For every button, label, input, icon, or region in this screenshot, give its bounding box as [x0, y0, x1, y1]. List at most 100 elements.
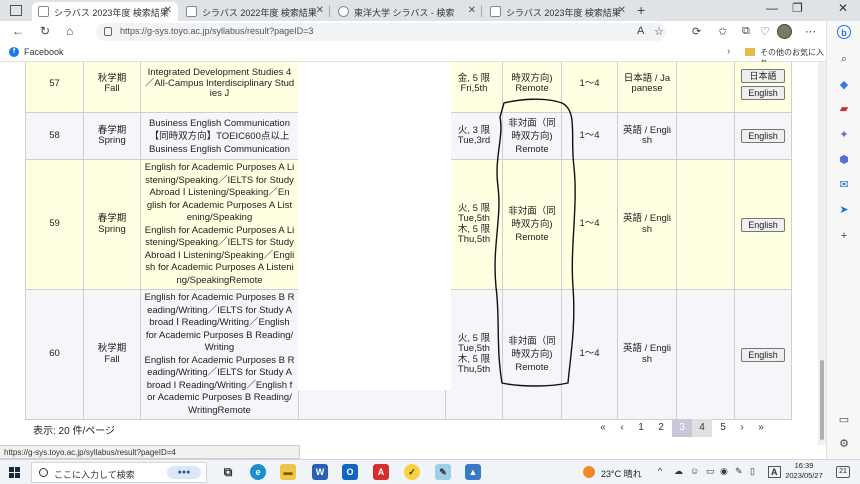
pen-icon[interactable]: ✎ — [735, 466, 743, 477]
restore-button[interactable]: ❐ — [792, 1, 803, 15]
scroll-thumb[interactable] — [820, 360, 824, 440]
language: 英語 / Engli sh — [617, 112, 677, 160]
tray-chevron-icon[interactable]: ^ — [658, 466, 662, 476]
back-button[interactable]: ← — [12, 24, 24, 38]
favorites-icon[interactable]: ✩ — [718, 25, 727, 38]
close-tab-icon[interactable]: ✕ — [316, 5, 324, 16]
term: 秋学期 Fall — [83, 289, 141, 420]
course-title[interactable]: English for Academic Purposes B R eading… — [140, 289, 299, 420]
tab-syllabus-2022[interactable]: シラバス 2022年度 検索結果 ✕ — [180, 2, 330, 21]
refresh-button[interactable]: ↻ — [40, 24, 50, 38]
pager-prev[interactable]: ‹ — [615, 419, 629, 437]
url-field[interactable]: https://g-sys.toyo.ac.jp/syllabus/result… — [96, 23, 666, 41]
file-explorer-icon[interactable]: ▬ — [280, 464, 296, 480]
language: 英語 / Engli sh — [617, 159, 677, 290]
facebook-icon: f — [9, 47, 19, 57]
chevron-right-icon[interactable]: › — [727, 46, 730, 57]
term: 春学期 Spring — [83, 112, 141, 160]
battery-icon[interactable]: ▯ — [750, 466, 755, 477]
actions: 日本語 English — [734, 62, 792, 113]
new-tab-button[interactable]: + — [637, 2, 645, 18]
network-icon[interactable]: ▭ — [706, 466, 715, 477]
close-tab-icon[interactable]: ✕ — [164, 5, 172, 16]
send-icon[interactable]: ➤ — [837, 203, 851, 217]
office-icon[interactable]: ⬢ — [837, 153, 851, 167]
english-syllabus-button[interactable]: English — [741, 85, 785, 100]
read-aloud-icon[interactable]: A — [637, 25, 644, 37]
extensions-icon[interactable]: ♡ — [760, 25, 770, 38]
pager-first[interactable]: « — [596, 419, 610, 437]
course-title[interactable]: Business English Communication 【同時双方向】TO… — [140, 112, 299, 160]
folder-icon — [745, 48, 755, 56]
tab-syllabus-2023[interactable]: シラバス 2023年度 検索結果 ✕ — [32, 2, 178, 21]
refresh-page-icon[interactable]: ⟳ — [692, 25, 701, 38]
settings-gear-icon[interactable]: ⚙ — [837, 437, 851, 451]
windows-start-icon[interactable] — [9, 467, 21, 479]
notes — [676, 112, 735, 160]
actions: English — [734, 159, 792, 290]
sidebar-layout-icon[interactable]: ▭ — [837, 413, 851, 427]
tab-label: シラバス 2023年度 検索結果 — [54, 8, 169, 18]
pager-next[interactable]: › — [735, 419, 749, 437]
edge-icon[interactable]: e — [250, 464, 266, 480]
tab-label: シラバス 2023年度 検索結果 — [506, 8, 621, 18]
cloud-icon[interactable]: ☁ — [674, 466, 683, 477]
volume-icon[interactable]: ◉ — [720, 466, 728, 477]
close-tab-icon[interactable]: ✕ — [618, 5, 626, 16]
weather-text[interactable]: 23°C 晴れ — [601, 467, 642, 480]
briefcase-icon[interactable]: ▰ — [837, 102, 851, 116]
row-number: 58 — [25, 112, 84, 160]
close-window-button[interactable]: ✕ — [838, 1, 848, 15]
add-icon[interactable]: + — [837, 229, 851, 243]
task-view-icon[interactable]: ⧉ — [220, 464, 236, 480]
pager-last[interactable]: » — [754, 419, 768, 437]
pager-page-5[interactable]: 5 — [716, 419, 730, 437]
course-title[interactable]: English for Academic Purposes A Li steni… — [140, 159, 299, 290]
collections-icon[interactable]: ⧉ — [742, 25, 750, 38]
people-icon[interactable]: ☺ — [690, 466, 699, 476]
favorite-facebook[interactable]: Facebook — [24, 47, 64, 57]
page-scrollbar[interactable] — [818, 62, 826, 445]
search-icon[interactable]: ⌕ — [837, 52, 851, 66]
course-title[interactable]: Integrated Development Studies 4 ／All-Ca… — [140, 62, 299, 113]
edge-sidebar: b ⌕ ◆ ▰ ✦ ⬢ ✉ ➤ + ▭ ⚙ — [826, 21, 860, 463]
clock-date: 2023/05/27 — [785, 471, 823, 480]
english-syllabus-button[interactable]: English — [741, 347, 785, 362]
notification-center-icon[interactable]: 21 — [836, 466, 850, 478]
outlook-icon[interactable]: O — [342, 464, 358, 480]
tab-toyo-search[interactable]: 東洋大学 シラバス - 検索 ✕ — [332, 2, 482, 21]
search-highlight-icon: ●●● — [167, 466, 201, 479]
photos-icon[interactable]: ▲ — [465, 464, 481, 480]
word-icon[interactable]: W — [312, 464, 328, 480]
pager-page-1[interactable]: 1 — [634, 419, 648, 437]
pager-page-4[interactable]: 4 — [692, 419, 712, 437]
tag-icon[interactable]: ◆ — [837, 78, 851, 92]
english-syllabus-button[interactable]: English — [741, 217, 785, 232]
search-icon — [39, 468, 48, 477]
window-menu-icon[interactable] — [10, 5, 22, 16]
tab-divider — [329, 6, 330, 17]
app-check-icon[interactable]: ✓ — [404, 464, 420, 480]
pager-page-2[interactable]: 2 — [654, 419, 668, 437]
system-clock[interactable]: 16:39 2023/05/27 — [784, 461, 824, 481]
close-tab-icon[interactable]: ✕ — [468, 5, 476, 16]
bing-chat-icon[interactable]: b — [837, 25, 851, 39]
ime-indicator[interactable]: A — [768, 466, 781, 478]
taskbar-search-box[interactable]: ここに入力して検索 ●●● — [31, 462, 207, 483]
weather-sun-icon[interactable] — [583, 466, 595, 478]
games-icon[interactable]: ✦ — [837, 128, 851, 142]
more-menu-icon[interactable]: ⋯ — [805, 25, 816, 38]
paint-icon[interactable]: ✎ — [435, 464, 451, 480]
home-button[interactable]: ⌂ — [66, 24, 73, 38]
tab-syllabus-2023-b[interactable]: シラバス 2023年度 検索結果 ✕ — [484, 2, 632, 21]
profile-avatar[interactable] — [777, 24, 792, 39]
favorite-star-icon[interactable]: ☆ — [654, 25, 664, 38]
japanese-syllabus-button[interactable]: 日本語 — [741, 68, 785, 83]
favorites-bar: f Facebook › その他のお気に入り — [0, 43, 826, 68]
acrobat-icon[interactable]: A — [373, 464, 389, 480]
outlook-icon[interactable]: ✉ — [837, 178, 851, 192]
pager-page-3[interactable]: 3 — [672, 419, 692, 437]
term: 春学期 Spring — [83, 159, 141, 290]
english-syllabus-button[interactable]: English — [741, 129, 785, 143]
minimize-button[interactable]: — — [766, 1, 778, 15]
